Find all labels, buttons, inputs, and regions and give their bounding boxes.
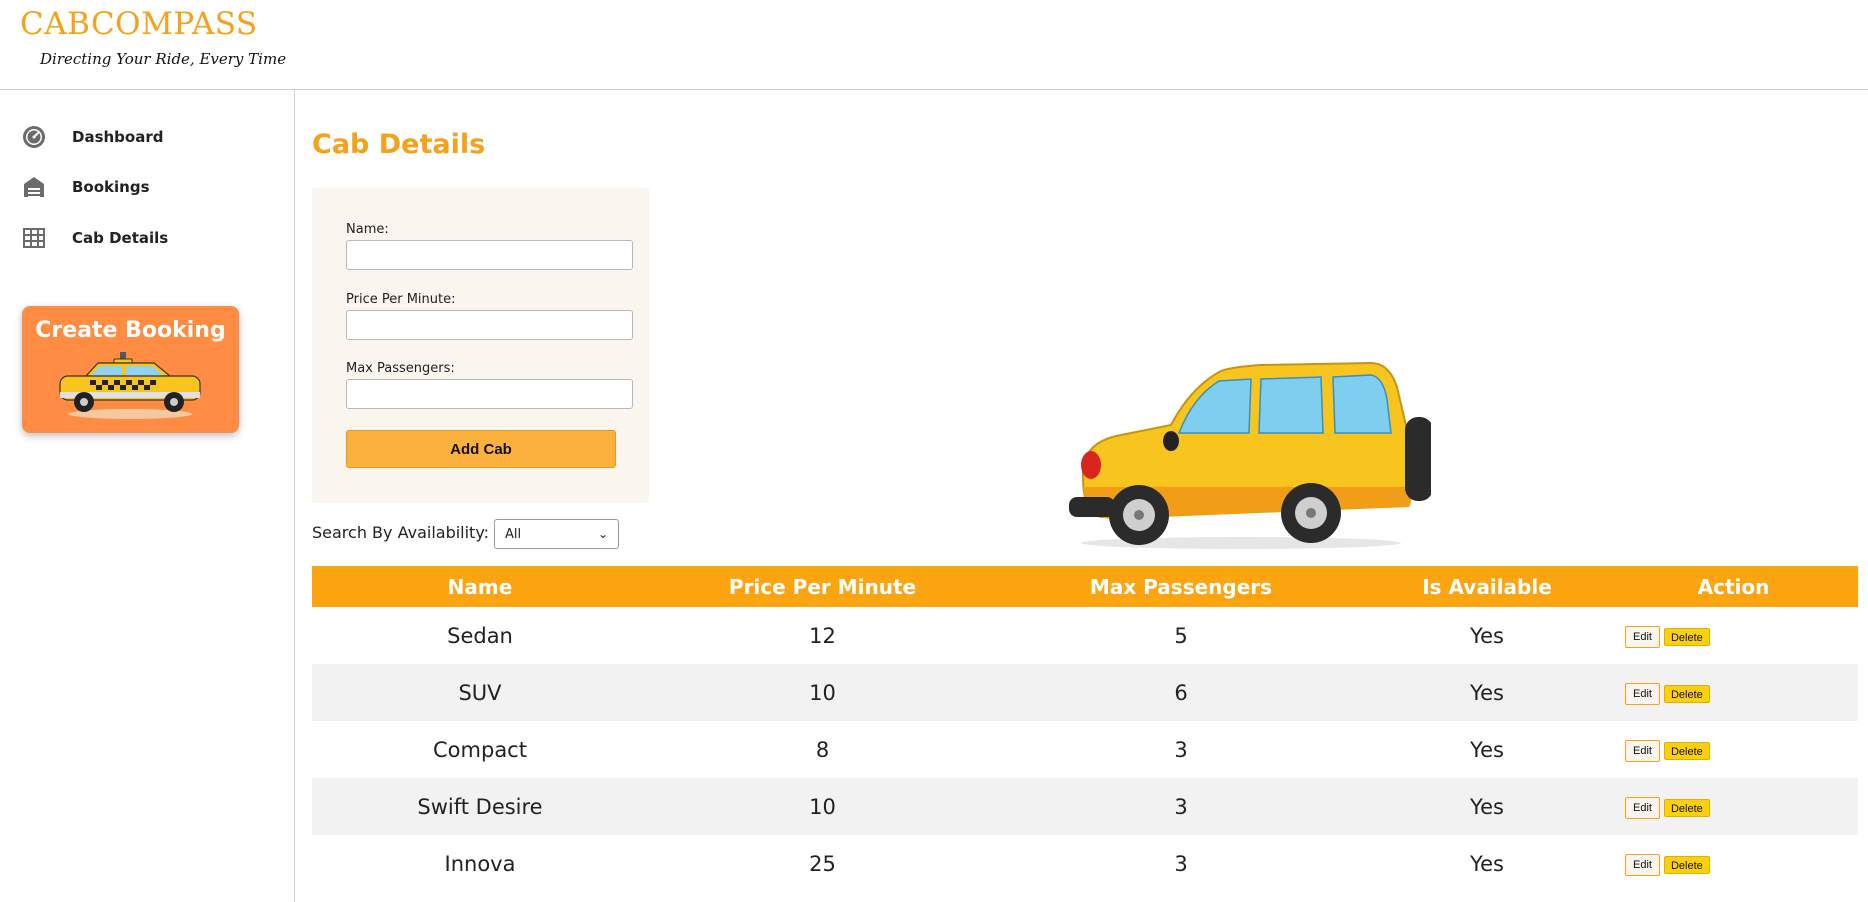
- cell-name: Swift Desire: [312, 778, 648, 835]
- header-action: Action: [1609, 566, 1858, 607]
- search-availability-label: Search By Availability:: [312, 523, 490, 542]
- yellow-car-image: [1069, 361, 1431, 549]
- cell-max-passengers: 6: [997, 664, 1365, 721]
- header-max-passengers[interactable]: Max Passengers: [997, 566, 1365, 607]
- page-title: Cab Details: [312, 129, 486, 160]
- create-booking-button[interactable]: Create Booking: [22, 306, 239, 433]
- cab-table: Name Price Per Minute Max Passengers Is …: [312, 566, 1858, 892]
- cell-name: SUV: [312, 664, 648, 721]
- sidebar-item-cab-details[interactable]: Cab Details: [22, 223, 168, 253]
- delete-button[interactable]: Delete: [1663, 741, 1710, 760]
- table-row: Swift Desire 10 3 Yes Edit Delete: [312, 778, 1858, 835]
- header-name[interactable]: Name: [312, 566, 648, 607]
- cell-available: Yes: [1365, 835, 1609, 892]
- delete-button[interactable]: Delete: [1663, 798, 1710, 817]
- cell-action: Edit Delete: [1609, 835, 1858, 892]
- cell-price: 25: [648, 835, 997, 892]
- sidebar-item-dashboard[interactable]: Dashboard: [22, 122, 163, 152]
- app-header: CABCOMPASS Directing Your Ride, Every Ti…: [0, 0, 1868, 90]
- cell-available: Yes: [1365, 607, 1609, 664]
- cell-available: Yes: [1365, 721, 1609, 778]
- edit-button[interactable]: Edit: [1625, 682, 1660, 705]
- cell-name: Compact: [312, 721, 648, 778]
- cell-price: 12: [648, 607, 997, 664]
- delete-button[interactable]: Delete: [1663, 627, 1710, 646]
- price-input[interactable]: [346, 310, 633, 340]
- cell-available: Yes: [1365, 664, 1609, 721]
- cell-price: 10: [648, 778, 997, 835]
- price-label: Price Per Minute:: [346, 292, 456, 307]
- table-row: Compact 8 3 Yes Edit Delete: [312, 721, 1858, 778]
- cell-price: 8: [648, 721, 997, 778]
- cell-action: Edit Delete: [1609, 778, 1858, 835]
- cell-action: Edit Delete: [1609, 721, 1858, 778]
- edit-button[interactable]: Edit: [1625, 796, 1660, 819]
- brand-logo[interactable]: CABCOMPASS: [20, 6, 258, 42]
- max-passengers-label: Max Passengers:: [346, 361, 455, 376]
- edit-button[interactable]: Edit: [1625, 739, 1660, 762]
- cell-available: Yes: [1365, 778, 1609, 835]
- edit-button[interactable]: Edit: [1625, 853, 1660, 876]
- brand-tagline: Directing Your Ride, Every Time: [40, 50, 287, 68]
- create-booking-label: Create Booking: [35, 318, 226, 343]
- cell-max-passengers: 3: [997, 835, 1365, 892]
- cell-action: Edit Delete: [1609, 607, 1858, 664]
- chevron-down-icon: ⌄: [597, 527, 608, 541]
- cell-max-passengers: 3: [997, 778, 1365, 835]
- table-header-row: Name Price Per Minute Max Passengers Is …: [312, 566, 1858, 607]
- sidebar-item-label: Dashboard: [72, 128, 164, 146]
- header-is-available[interactable]: Is Available: [1365, 566, 1609, 607]
- grid-table-icon: [22, 226, 46, 250]
- sidebar-item-label: Bookings: [72, 178, 150, 196]
- availability-selected-value: All: [505, 526, 522, 542]
- speedometer-icon: [22, 125, 46, 149]
- sidebar-item-label: Cab Details: [72, 229, 169, 247]
- garage-icon: [22, 175, 46, 199]
- delete-button[interactable]: Delete: [1663, 684, 1710, 703]
- cell-price: 10: [648, 664, 997, 721]
- name-label: Name:: [346, 222, 389, 237]
- add-cab-button[interactable]: Add Cab: [346, 430, 616, 468]
- sidebar: Dashboard Bookings Cab Details Create Bo…: [0, 90, 295, 902]
- name-input[interactable]: [346, 240, 633, 270]
- cell-name: Innova: [312, 835, 648, 892]
- taxi-icon: [59, 352, 201, 419]
- table-row: SUV 10 6 Yes Edit Delete: [312, 664, 1858, 721]
- delete-button[interactable]: Delete: [1663, 855, 1710, 874]
- add-cab-form: Name: Price Per Minute: Max Passengers: …: [312, 188, 649, 503]
- sidebar-item-bookings[interactable]: Bookings: [22, 172, 150, 202]
- cell-name: Sedan: [312, 607, 648, 664]
- max-passengers-input[interactable]: [346, 379, 633, 409]
- cell-action: Edit Delete: [1609, 664, 1858, 721]
- cell-max-passengers: 5: [997, 607, 1365, 664]
- cell-max-passengers: 3: [997, 721, 1365, 778]
- main-content: Cab Details Name: Price Per Minute: Max …: [296, 91, 1868, 902]
- edit-button[interactable]: Edit: [1625, 625, 1660, 648]
- availability-select[interactable]: All ⌄: [494, 519, 619, 549]
- table-row: Sedan 12 5 Yes Edit Delete: [312, 607, 1858, 664]
- header-price[interactable]: Price Per Minute: [648, 566, 997, 607]
- table-row: Innova 25 3 Yes Edit Delete: [312, 835, 1858, 892]
